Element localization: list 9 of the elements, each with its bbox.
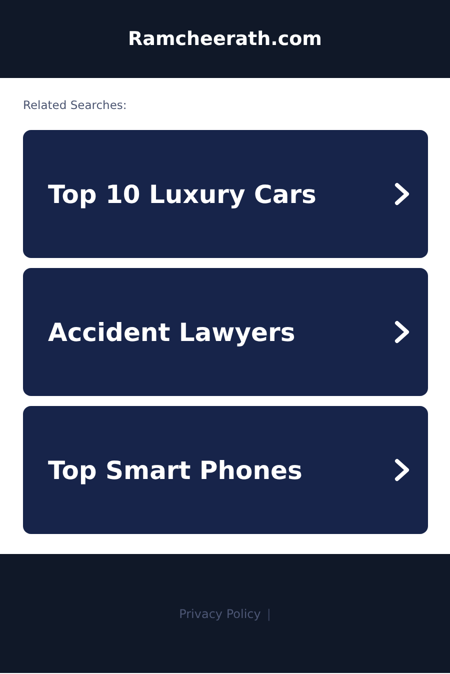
search-link-card[interactable]: Top Smart Phones: [23, 406, 428, 534]
search-link-card[interactable]: Top 10 Luxury Cars: [23, 130, 428, 258]
search-link-card[interactable]: Accident Lawyers: [23, 268, 428, 396]
related-searches-label: Related Searches:: [23, 98, 128, 112]
chevron-right-icon: [394, 182, 410, 206]
chevron-right-icon: [394, 320, 410, 344]
chevron-right-icon: [394, 458, 410, 482]
separator-text: |: [266, 606, 271, 620]
site-title: Ramcheerath.com: [128, 28, 322, 50]
